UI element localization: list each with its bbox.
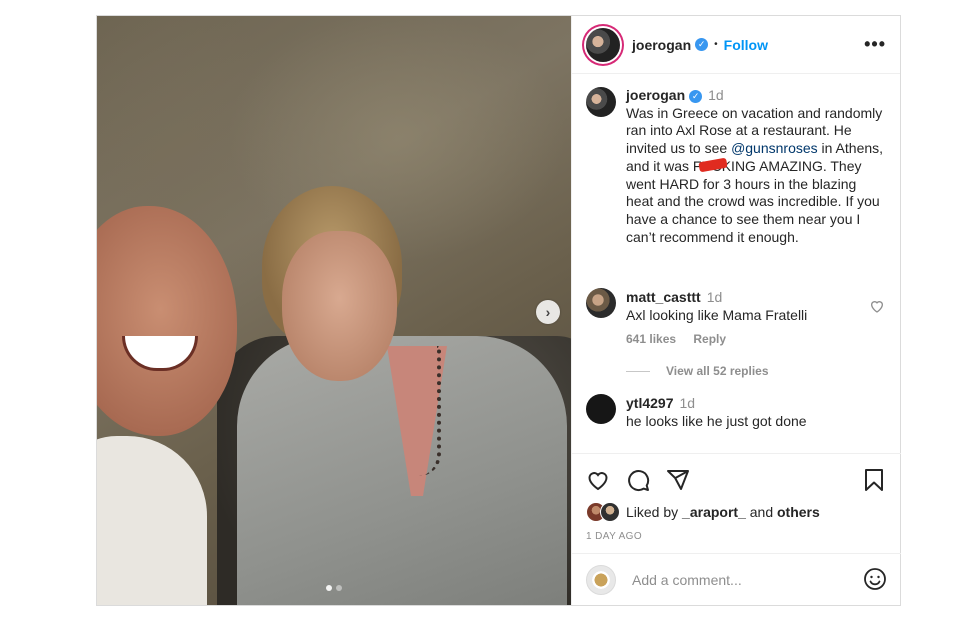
liked-by-others-link[interactable]: others [777, 504, 820, 520]
follow-button[interactable]: Follow [724, 37, 768, 53]
comment-like-heart-icon[interactable] [869, 298, 885, 314]
next-image-button[interactable]: › [536, 300, 560, 324]
author-avatar[interactable] [586, 27, 620, 62]
chevron-right-icon: › [545, 304, 551, 320]
caption-avatar[interactable] [586, 87, 616, 117]
liked-by-prefix: Liked by [626, 504, 683, 520]
post-header: joerogan ✓ • Follow ••• [572, 16, 900, 74]
commenter-username[interactable]: matt_casttt [626, 289, 701, 305]
instagram-post: › joerogan ✓ • Follow ••• joerogan ✓ 1d Wa… [96, 15, 901, 606]
current-user-avatar [586, 564, 616, 595]
add-comment-bar [572, 553, 901, 605]
comment-item: matt_casttt 1d Axl looking like Mama Frat… [572, 288, 901, 348]
comment-time[interactable]: 1d [679, 395, 695, 411]
comment-time[interactable]: 1d [707, 289, 723, 305]
post-side-panel: joerogan ✓ • Follow ••• joerogan ✓ 1d Was … [571, 16, 901, 605]
comment-input[interactable] [630, 570, 844, 589]
author-username[interactable]: joerogan [632, 37, 691, 53]
caption-username[interactable]: joerogan [626, 87, 685, 103]
reply-button[interactable]: Reply [693, 332, 726, 346]
bookmark-icon[interactable] [863, 468, 885, 492]
heart-icon[interactable] [586, 468, 610, 492]
post-photo[interactable]: › [97, 16, 571, 605]
view-replies-label: View all 52 replies [666, 364, 769, 379]
comment-text: Axl looking like Mama Fratelli [626, 307, 808, 324]
mention-link[interactable]: @gunsnroses [731, 140, 818, 156]
post-caption: joerogan ✓ 1d Was in Greece on vacation an… [572, 75, 901, 246]
emoji-icon[interactable] [863, 567, 887, 591]
liked-by-and: and [745, 504, 777, 520]
separator: • [714, 39, 718, 50]
censor-mark: UC [701, 157, 722, 174]
more-options-icon[interactable]: ••• [864, 34, 886, 55]
verified-badge-icon: ✓ [689, 90, 703, 103]
commenter-avatar[interactable] [586, 288, 616, 319]
liker-username[interactable]: _araport_ [682, 504, 746, 520]
carousel-dot [326, 585, 332, 591]
liked-by: Liked by _araport_ and others [586, 502, 820, 522]
comment-icon[interactable] [626, 468, 650, 492]
comment-likes[interactable]: 641 likes [626, 332, 676, 346]
carousel-dot [336, 585, 342, 591]
comment-item: ytl4297 1d he looks like he just got done [572, 394, 901, 430]
view-replies-button[interactable]: View all 52 replies [572, 364, 901, 378]
verified-badge-icon: ✓ [695, 38, 709, 51]
liker-avatar[interactable] [600, 502, 620, 522]
carousel-dots [326, 585, 342, 591]
commenter-username[interactable]: ytl4297 [626, 395, 673, 411]
commenter-avatar[interactable] [586, 394, 616, 425]
share-icon[interactable] [666, 468, 690, 492]
post-timestamp[interactable]: 1 DAY AGO [586, 531, 642, 542]
caption-time[interactable]: 1d [708, 87, 724, 103]
post-actions: Liked by _araport_ and others 1 DAY AGO [572, 453, 901, 554]
comment-text: he looks like he just got done [626, 413, 807, 430]
comments-scroll-area[interactable]: joerogan ✓ 1d Was in Greece on vacation an… [572, 75, 901, 453]
